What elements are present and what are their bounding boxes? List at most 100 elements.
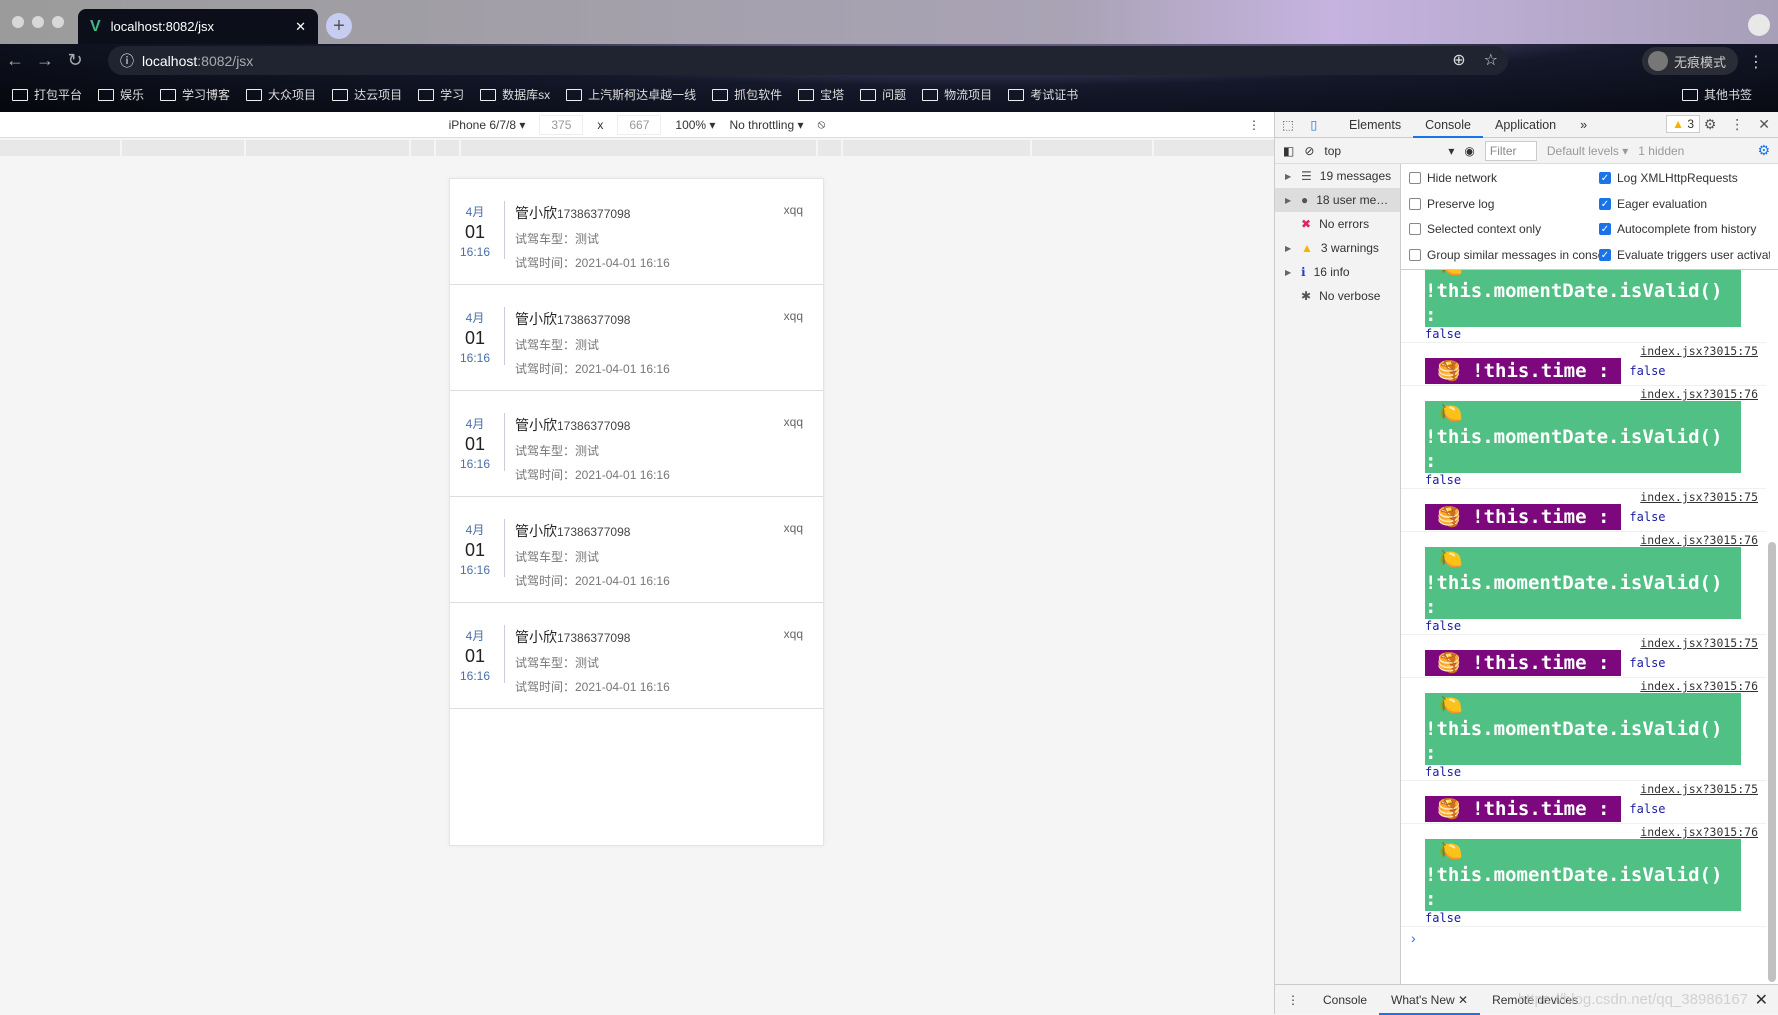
list-item[interactable]: 4月 01 16:16 管小欣17386377098 试驾车型：测试 试驾时间：202… [450,497,823,603]
setting-checkbox[interactable]: ✓ Autocomplete from history [1599,221,1770,238]
list-item[interactable]: 4月 01 16:16 管小欣17386377098 试驾车型：测试 试驾时间：202… [450,179,823,285]
inspect-icon[interactable]: ⬚ [1275,117,1301,132]
device-select[interactable]: iPhone 6/7/8 ▾ [449,118,526,132]
list-item[interactable]: 4月 01 16:16 管小欣17386377098 试驾车型：测试 试驾时间：202… [450,391,823,497]
checkbox[interactable]: ✓ [1599,223,1611,236]
checkbox[interactable] [1409,197,1421,210]
address-bar[interactable]: ⓘ localhost:8082/jsx [108,46,1508,75]
close-icon[interactable]: ✕ [1758,116,1770,133]
source-link[interactable]: index.jsx?3015:75 [1425,636,1766,650]
info-icon[interactable]: ⓘ [120,51,134,71]
profile-icon[interactable] [1748,14,1770,36]
bookmark-item[interactable]: 数据库sx [480,86,550,103]
source-link[interactable]: index.jsx?3015:75 [1425,490,1766,504]
close-drawer-icon[interactable]: ✕ [1755,990,1768,1010]
source-link[interactable]: index.jsx?3015:76 [1425,387,1766,401]
checkbox[interactable] [1409,223,1421,236]
list-item[interactable]: 4月 01 16:16 管小欣17386377098 试驾车型：测试 试驾时间：202… [450,285,823,391]
forward-icon[interactable]: → [30,50,60,71]
source-link[interactable]: index.jsx?3015:76 [1425,825,1766,839]
setting-checkbox[interactable]: ✓ Log XMLHttpRequests [1599,170,1770,187]
setting-checkbox[interactable]: Group similar messages in console [1409,247,1599,264]
list-item[interactable]: 4月 01 16:16 管小欣17386377098 试驾车型：测试 试驾时间：202… [450,603,823,709]
height-input[interactable]: 667 [617,114,662,135]
bookmark-item[interactable]: 问题 [860,86,906,103]
sidebar-item[interactable]: ▶ ● 18 user me… [1275,188,1400,212]
reload-icon[interactable]: ↻ [60,50,90,71]
more-options-icon[interactable]: ⋮ [1248,118,1260,132]
rotate-icon[interactable]: ⦸ [818,117,826,132]
setting-checkbox[interactable]: Preserve log [1409,196,1599,213]
window-controls[interactable] [12,16,64,28]
back-icon[interactable]: ← [0,50,30,71]
sidebar-item[interactable]: ▶ ☰ 19 messages [1275,164,1400,188]
source-link[interactable]: index.jsx?3015:76 [1425,533,1766,547]
styled-log-message: 🍋!this.momentDate.isValid() : [1425,839,1741,911]
lemon-emoji: 🍋 [1439,402,1463,424]
setting-checkbox[interactable]: ✓ Eager evaluation [1599,196,1770,213]
levels-select[interactable]: Default levels ▾ [1547,144,1628,158]
bookmark-item[interactable]: 学习博客 [160,86,230,103]
width-input[interactable]: 375 [539,114,584,135]
setting-checkbox[interactable]: Selected context only [1409,221,1599,238]
scrollbar[interactable] [1768,542,1776,982]
setting-checkbox[interactable]: Hide network [1409,170,1599,187]
bookmark-item[interactable]: 物流项目 [922,86,992,103]
eye-icon[interactable]: ◉ [1464,144,1474,158]
drawer-menu-icon[interactable]: ⋮ [1275,985,1311,1015]
drawer-tab-console[interactable]: Console [1311,985,1379,1015]
checkbox[interactable] [1409,172,1421,185]
sidebar-item[interactable]: ▶ ▲ 3 warnings [1275,236,1400,260]
checkbox[interactable]: ✓ [1599,197,1611,210]
close-tab-icon[interactable]: ✕ [295,19,306,35]
bookmark-item[interactable]: 娱乐 [98,86,144,103]
incognito-badge[interactable]: 无痕模式 [1641,47,1738,75]
source-link[interactable]: index.jsx?3015:75 [1425,344,1766,358]
warnings-badge[interactable]: ▲ 3 [1666,115,1700,133]
browser-tab[interactable]: V localhost:8082/jsx ✕ [78,9,318,44]
drive-time: 试驾时间：2021-04-01 16:16 [515,468,670,482]
gear-icon[interactable]: ⚙ [1704,116,1717,133]
setting-checkbox[interactable]: ✓ Evaluate triggers user activation [1599,247,1770,264]
star-icon[interactable]: ☆ [1484,50,1498,70]
checkbox[interactable]: ✓ [1599,172,1611,185]
bookmark-item[interactable]: 达云项目 [332,86,402,103]
kebab-icon[interactable]: ⋮ [1730,116,1744,133]
media-query-bar[interactable] [0,140,1274,156]
source-link[interactable]: index.jsx?3015:76 [1425,679,1766,693]
other-bookmarks[interactable]: 其他书签 [1681,86,1752,103]
bookmark-item[interactable]: 打包平台 [12,86,82,103]
sidebar-item[interactable]: ▶ ℹ 16 info [1275,260,1400,284]
throttling-select[interactable]: No throttling ▾ [729,118,803,132]
sidebar-toggle-icon[interactable]: ◧ [1283,144,1294,158]
drawer-tab-whats-new[interactable]: What's New ✕ [1379,985,1481,1015]
context-select[interactable]: top ▾ [1324,144,1454,158]
device-toggle-icon[interactable]: ▯ [1301,117,1327,132]
console-prompt[interactable]: › [1401,927,1766,949]
bookmark-item[interactable]: 学习 [418,86,464,103]
bookmark-item[interactable]: 大众项目 [246,86,316,103]
tab-elements[interactable]: Elements [1337,112,1413,138]
sidebar-item[interactable]: ✖ No errors [1275,212,1400,236]
clear-console-icon[interactable]: ⊘ [1304,144,1314,158]
menu-icon[interactable]: ⋮ [1748,52,1764,72]
bookmark-item[interactable]: 抓包软件 [712,86,782,103]
checkbox[interactable]: ✓ [1599,248,1611,261]
checkbox[interactable] [1409,248,1421,261]
zoom-icon[interactable]: ⊕ [1452,50,1465,70]
sidebar-item[interactable]: ✱ No verbose [1275,284,1400,308]
bookmark-item[interactable]: 宝塔 [798,86,844,103]
zoom-select[interactable]: 100% ▾ [675,118,715,132]
filter-input[interactable]: Filter [1484,140,1537,161]
more-tabs-icon[interactable]: » [1568,112,1599,138]
bookmark-item[interactable]: 考试证书 [1008,86,1078,103]
lemon-emoji: 🍋 [1439,840,1463,862]
user-icon: ● [1301,193,1309,207]
bookmark-item[interactable]: 上汽斯柯达卓越一线 [566,86,696,103]
console-settings-icon[interactable]: ⚙ [1757,142,1770,159]
tab-console[interactable]: Console [1413,112,1483,138]
tab-application[interactable]: Application [1483,112,1568,138]
setting-label: Hide network [1427,171,1498,186]
new-tab-button[interactable]: + [326,13,352,39]
source-link[interactable]: index.jsx?3015:75 [1425,782,1766,796]
